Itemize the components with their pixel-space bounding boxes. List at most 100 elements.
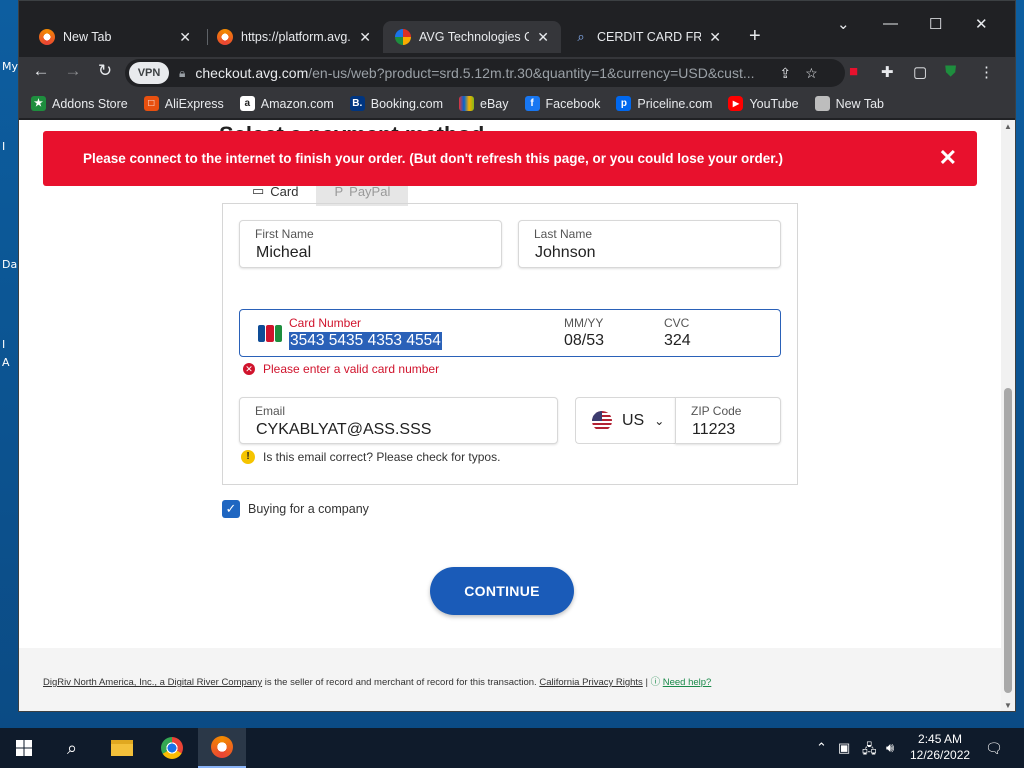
tab-new-tab[interactable]: New Tab ✕: [27, 21, 203, 53]
tab-title: CERDIT CARD FREE -: [597, 30, 702, 44]
browser-toolbar: ← → ↻ VPN 🔒︎ checkout.avg.com/en-us/web?…: [19, 57, 1015, 89]
tray-chevron-icon[interactable]: ⌃: [816, 740, 827, 756]
error-icon: ✕: [243, 363, 255, 375]
forward-icon[interactable]: →: [61, 61, 85, 81]
vpn-badge[interactable]: VPN: [129, 62, 169, 84]
new-tab-plus-icon[interactable]: +: [749, 25, 761, 48]
need-help-link[interactable]: Need help?: [663, 677, 712, 688]
scroll-down-icon[interactable]: ▼: [1004, 701, 1012, 710]
chrome-icon[interactable]: [148, 728, 196, 768]
file-explorer-icon[interactable]: [98, 728, 146, 768]
desktop-icon-label[interactable]: My: [2, 60, 18, 73]
avg-browser-icon: [217, 29, 233, 45]
tab-platform-avg[interactable]: https://platform.avg.c ✕: [205, 21, 383, 53]
extension-lock-icon[interactable]: ■: [849, 63, 858, 80]
tab-avg-technologies[interactable]: AVG Technologies On ✕: [383, 21, 561, 53]
last-name-field[interactable]: Last Name Johnson: [518, 220, 781, 268]
reload-icon[interactable]: ↻: [93, 61, 117, 81]
shield-icon[interactable]: ⛊: [945, 63, 956, 80]
zip-field[interactable]: ZIP Code 11223: [675, 397, 781, 444]
page-scrollbar[interactable]: ▲ ▼: [1001, 120, 1015, 711]
bookmark-star-icon[interactable]: ☆: [805, 65, 818, 82]
close-icon[interactable]: ✕: [537, 29, 549, 46]
bookmark-facebook[interactable]: f Facebook: [524, 96, 600, 111]
last-name-label: Last Name: [534, 227, 593, 241]
addons-store-icon: ★: [31, 96, 46, 111]
first-name-value: Micheal: [256, 244, 312, 261]
checkbox-checked-icon[interactable]: ✓: [222, 500, 240, 518]
bookmark-addons-store[interactable]: ★ Addons Store: [31, 96, 128, 111]
us-flag-icon: [592, 410, 612, 431]
tab-credit-card-search[interactable]: ⌕ CERDIT CARD FREE - ✕: [561, 21, 733, 53]
windows-logo-icon: [16, 740, 32, 756]
desktop-icon-label[interactable]: I: [2, 338, 5, 351]
privacy-rights-link[interactable]: California Privacy Rights: [539, 677, 642, 688]
country-select[interactable]: US ⌄: [575, 397, 677, 444]
page-viewport: Select a payment method Please connect t…: [19, 120, 1003, 711]
bookmark-amazon[interactable]: a Amazon.com: [239, 96, 334, 111]
taskbar-search-icon[interactable]: ⌕: [48, 728, 96, 768]
email-value: CYKABLYAT@ASS.SSS: [256, 421, 432, 438]
bookmark-label: YouTube: [749, 96, 799, 111]
scroll-thumb[interactable]: [1004, 388, 1012, 693]
email-field[interactable]: Email CYKABLYAT@ASS.SSS: [239, 397, 558, 444]
avg-browser-taskbar-icon[interactable]: [198, 728, 246, 768]
system-clock[interactable]: 2:45 AM 12/26/2022: [910, 731, 970, 763]
company-checkbox-row[interactable]: ✓ Buying for a company: [222, 500, 369, 518]
share-icon[interactable]: ⇪: [779, 65, 791, 82]
footer-text: is the seller of record and merchant of …: [262, 677, 540, 688]
volume-icon[interactable]: 🔊︎: [886, 740, 894, 756]
digital-river-link[interactable]: DigRiv North America, Inc., a Digital Ri…: [43, 677, 262, 688]
url-text[interactable]: checkout.avg.com/en-us/web?product=srd.5…: [195, 65, 765, 81]
bookmark-new-tab[interactable]: New Tab: [814, 96, 884, 111]
booking-icon: B.: [349, 96, 365, 111]
window-close-icon[interactable]: ✕: [975, 15, 988, 33]
lock-icon[interactable]: 🔒︎: [179, 66, 185, 81]
bookmark-aliexpress[interactable]: □ AliExpress: [143, 96, 224, 111]
start-button[interactable]: [0, 728, 48, 768]
notifications-icon[interactable]: 🗨︎: [985, 740, 1003, 757]
scroll-up-icon[interactable]: ▲: [1004, 122, 1012, 131]
back-icon[interactable]: ←: [29, 61, 53, 81]
desktop-icon-label[interactable]: Da: [2, 258, 17, 271]
email-label: Email: [255, 404, 286, 418]
continue-button[interactable]: CONTINUE: [430, 567, 574, 615]
chevron-down-icon: ⌄: [654, 413, 665, 428]
tab-search-chevron-icon[interactable]: ⌄: [837, 15, 850, 33]
card-number-field[interactable]: Card Number 3543 5435 4353 4554 MM/YY 08…: [239, 309, 781, 357]
bookmark-booking[interactable]: B. Booking.com: [349, 96, 443, 111]
bookmarks-bar: ★ Addons Store □ AliExpress a Amazon.com B.…: [19, 89, 1015, 119]
first-name-field[interactable]: First Name Micheal: [239, 220, 502, 268]
desktop-icon-label[interactable]: I: [2, 140, 5, 153]
search-icon: ⌕: [577, 29, 585, 44]
side-panel-icon[interactable]: ▢: [913, 63, 927, 81]
clock-time: 2:45 AM: [918, 732, 963, 746]
minimize-icon[interactable]: —: [883, 15, 898, 32]
card-number-label: Card Number: [289, 316, 362, 330]
menu-kebab-icon[interactable]: ⋮: [979, 63, 994, 81]
bookmark-priceline[interactable]: p Priceline.com: [616, 96, 712, 111]
bookmark-label: AliExpress: [164, 96, 224, 111]
bookmark-ebay[interactable]: eBay: [459, 96, 509, 111]
extensions-puzzle-icon[interactable]: ✚: [881, 63, 894, 81]
tab-strip: New Tab ✕ https://platform.avg.c ✕ AVG T…: [19, 1, 1015, 57]
close-icon[interactable]: ✕: [359, 29, 371, 46]
country-value: US: [622, 411, 645, 429]
bookmark-youtube[interactable]: ▶ YouTube: [728, 96, 799, 111]
tab-title: New Tab: [63, 30, 112, 44]
maximize-icon[interactable]: ☐: [929, 15, 942, 33]
address-bar[interactable]: VPN 🔒︎ checkout.avg.com/en-us/web?produc…: [125, 59, 845, 87]
network-icon[interactable]: 🖧︎: [862, 740, 877, 762]
url-path: /en-us/web?product=srd.5.12m.tr.30&quant…: [308, 65, 755, 81]
cvc-input[interactable]: 324: [664, 332, 691, 350]
close-icon[interactable]: ✕: [179, 29, 191, 46]
bookmark-label: New Tab: [835, 96, 884, 111]
bookmark-label: Addons Store: [52, 96, 128, 111]
close-icon[interactable]: ✕: [939, 147, 957, 169]
expiry-input[interactable]: 08/53: [564, 332, 604, 350]
card-number-input[interactable]: 3543 5435 4353 4554: [289, 332, 442, 350]
desktop-icon-label[interactable]: A: [2, 356, 10, 369]
security-tray-icon[interactable]: ▣: [838, 740, 850, 756]
close-icon[interactable]: ✕: [709, 29, 721, 46]
cvc-label: CVC: [664, 316, 690, 330]
